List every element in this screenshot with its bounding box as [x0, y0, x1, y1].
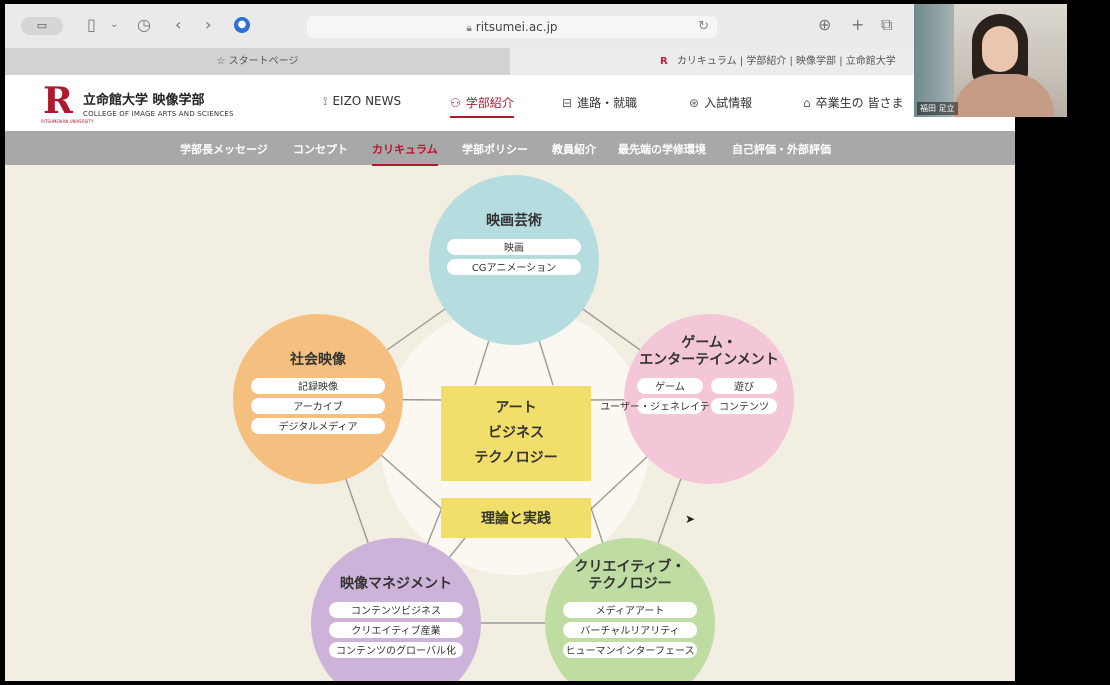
nav-admissions[interactable]: ⊛ 入試情報 [689, 94, 752, 111]
tag-label: コンテンツのグローバル化 [336, 644, 456, 657]
category-title-social: 社会映像 [289, 351, 347, 368]
tag-label: クリエイティブ産業 [351, 624, 440, 637]
brand-japanese: 立命館大学 映像学部 [83, 93, 205, 108]
center-concept-line: ビジネス [488, 425, 544, 441]
mortarboard-icon: ⌂ [803, 96, 811, 110]
tag-label: 記録映像 [298, 380, 338, 393]
tag-label: ゲーム [655, 381, 685, 393]
category-title-art: 映画芸術 [486, 212, 542, 229]
webcam-overlay: 福田 足立 [914, 4, 1067, 117]
download-icon[interactable]: ⊕ [818, 15, 831, 35]
tag-label: デジタルメディア [278, 420, 357, 433]
tabs-grid-icon[interactable]: ⧉ [881, 15, 892, 35]
reload-icon[interactable]: ↻ [698, 16, 709, 38]
site-header: R RITSUMEIKAN UNIVERSITY 立命館大学 映像学部 COLL… [5, 75, 1015, 131]
history-icon[interactable]: ◷ [137, 15, 151, 35]
brand-block[interactable]: 立命館大学 映像学部 COLLEGE OF IMAGE ARTS AND SCI… [83, 89, 234, 118]
mouse-cursor-icon: ➤ [685, 512, 696, 526]
tag-label: ヒューマンインターフェース [566, 645, 695, 657]
tag-label: コンテンツ [719, 402, 769, 413]
forward-arrow-icon[interactable]: › [205, 15, 211, 35]
tab-start-page[interactable]: ☆ スタートページ [5, 48, 510, 75]
brand-english: COLLEGE OF IMAGE ARTS AND SCIENCES [83, 110, 234, 118]
tag-label: コンテンツビジネス [351, 605, 441, 617]
new-tab-plus-icon[interactable]: + [851, 15, 864, 35]
browser-toolbar: ▭ ▯ ⌄ ◷ ‹ › ● 🔒︎ ritsumei.ac.jp ↻ ⊕ + ⧉ [5, 4, 1015, 48]
briefcase-icon: ⊟ [562, 96, 573, 110]
extension-icon[interactable]: ● [234, 17, 250, 33]
tag-label: CGアニメーション [472, 263, 556, 274]
chevron-down-icon[interactable]: ⌄ [110, 15, 118, 35]
tab-bar: ☆ スタートページ R カリキュラム | 学部紹介 | 映像学部 | 立命館大学 [5, 48, 1015, 75]
nav-label: 学部紹介 [465, 96, 514, 110]
nav-faculty-intro[interactable]: ⚇ 学部紹介 [450, 94, 514, 118]
category-title-game: エンターテインメント [639, 352, 779, 368]
nav-label: 進路・就職 [577, 96, 638, 110]
back-arrow-icon[interactable]: ‹ [175, 15, 181, 35]
subnav-environment[interactable]: 最先端の学修環境 [618, 141, 706, 157]
nav-label: 入試情報 [704, 96, 753, 110]
category-title-game: ゲーム・ [681, 334, 737, 351]
person-icon: ⚇ [450, 96, 461, 110]
ritsumeikan-favicon-icon: R [660, 56, 668, 67]
subnav-concept[interactable]: コンセプト [293, 141, 348, 157]
ritsumeikan-logo[interactable]: R [43, 81, 73, 121]
nav-career[interactable]: ⊟ 進路・就職 [562, 94, 637, 111]
subnav-policy[interactable]: 学部ポリシー [462, 141, 528, 157]
lock-icon: 🔒︎ [466, 23, 472, 34]
person-body [954, 74, 1054, 117]
subnav-faculty[interactable]: 教員紹介 [552, 141, 596, 157]
logo-subtext: RITSUMEIKAN UNIVERSITY [41, 119, 94, 124]
person-face [982, 26, 1018, 72]
theory-practice-label: 理論と実践 [481, 510, 551, 527]
subnav-evaluation[interactable]: 自己評価・外部評価 [732, 141, 831, 157]
category-title-tech: テクノロジー [588, 576, 671, 592]
nav-eizo-news[interactable]: ⟟ EIZO NEWS [323, 94, 401, 109]
subnav-curriculum[interactable]: カリキュラム [372, 141, 438, 166]
megaphone-icon: ⟟ [323, 94, 328, 108]
browser-window: ▭ ▯ ⌄ ◷ ‹ › ● 🔒︎ ritsumei.ac.jp ↻ ⊕ + ⧉ ☆… [5, 4, 1015, 681]
tag-label: 遊び [734, 380, 754, 393]
participant-name: 福田 足立 [917, 102, 958, 115]
nav-alumni[interactable]: ⌂ 卒業生の 皆さま [803, 94, 903, 111]
tag-label: バーチャルリアリティ [580, 625, 679, 637]
category-title-mgmt: 映像マネジメント [340, 575, 452, 592]
medal-icon: ⊛ [689, 96, 700, 110]
category-title-tech: クリエイティブ・ [575, 558, 686, 575]
curriculum-diagram: アートビジネステクノロジー理論と実践映画芸術映画CGアニメーションゲーム・エンタ… [233, 175, 794, 681]
subnav-dean-message[interactable]: 学部長メッセージ [180, 141, 268, 157]
address-text: ritsumei.ac.jp [475, 20, 558, 34]
center-concept-line: テクノロジー [474, 450, 557, 466]
nav-label: 卒業生の 皆さま [815, 96, 904, 110]
tag-label: 映画 [504, 242, 524, 254]
tab-label: スタートページ [228, 56, 299, 67]
background-shelf [914, 4, 954, 117]
star-icon: ☆ [216, 56, 226, 67]
tag-label: アーカイブ [293, 400, 342, 413]
sub-navigation: 学部長メッセージ コンセプト カリキュラム 学部ポリシー 教員紹介 最先端の学修… [5, 131, 1015, 166]
tag-label: メディアアート [596, 604, 665, 617]
tab-label: カリキュラム | 学部紹介 | 映像学部 | 立命館大学 [676, 56, 896, 67]
tab-overview-icon[interactable]: ▯ [87, 15, 96, 35]
address-bar[interactable]: 🔒︎ ritsumei.ac.jp ↻ [307, 16, 717, 38]
center-concept-line: アート [495, 400, 536, 416]
nav-label: EIZO NEWS [332, 94, 402, 108]
sidebar-toggle-button[interactable]: ▭ [21, 17, 63, 35]
